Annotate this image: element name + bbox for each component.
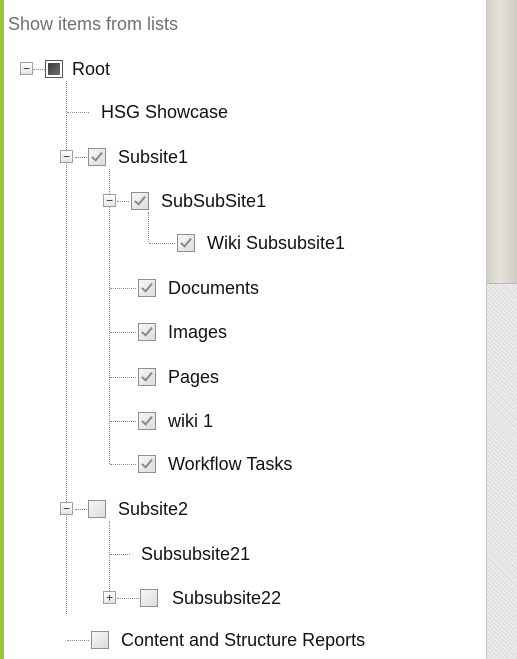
tree-node-checkbox-subsubsite1[interactable] xyxy=(131,192,149,210)
tree-node-label-content-reports[interactable]: Content and Structure Reports xyxy=(121,629,365,651)
vertical-scrollbar[interactable] xyxy=(486,0,517,659)
collapse-icon[interactable]: − xyxy=(60,150,73,163)
tree-panel: Show items from lists − Root HSG Showcas… xyxy=(0,0,517,659)
tree-node-checkbox-wiki-subsubsite1[interactable] xyxy=(177,234,195,252)
tree-line xyxy=(110,464,136,465)
tree-node-checkbox-wiki1[interactable] xyxy=(138,412,156,430)
tree-line xyxy=(110,377,136,378)
tree-node-label-workflow-tasks[interactable]: Workflow Tasks xyxy=(168,453,292,475)
expand-icon[interactable]: + xyxy=(103,591,116,604)
tree-line xyxy=(75,509,87,510)
tree-line xyxy=(149,243,175,244)
tree-node-label-root[interactable]: Root xyxy=(72,58,110,80)
tree-node-label-pages[interactable]: Pages xyxy=(168,366,219,388)
tree-node-label-wiki-subsubsite1[interactable]: Wiki Subsubsite1 xyxy=(207,232,345,254)
tree-line xyxy=(110,554,130,555)
tree-line xyxy=(148,212,149,242)
collapse-icon[interactable]: − xyxy=(103,194,116,207)
tree-node-label-subsite2[interactable]: Subsite2 xyxy=(118,498,188,520)
tree-line xyxy=(117,598,139,599)
tree-node-label-wiki1[interactable]: wiki 1 xyxy=(168,410,213,432)
scrollbar-thumb[interactable] xyxy=(487,0,517,284)
tree-node-checkbox-root[interactable] xyxy=(45,60,63,78)
tree-node-checkbox-subsite2[interactable] xyxy=(88,500,106,518)
tree-node-label-images[interactable]: Images xyxy=(168,321,227,343)
tree-node-checkbox-images[interactable] xyxy=(138,323,156,341)
tree-line xyxy=(75,157,87,158)
tree-line xyxy=(109,169,110,464)
collapse-icon[interactable]: − xyxy=(20,62,33,75)
collapse-icon[interactable]: − xyxy=(60,502,73,515)
tree-line xyxy=(110,288,136,289)
tree-line xyxy=(109,521,110,599)
tree-line xyxy=(67,640,89,641)
tree-node-checkbox-workflow-tasks[interactable] xyxy=(138,455,156,473)
tree-node-label-subsubsite22[interactable]: Subsubsite22 xyxy=(172,587,281,609)
tree-node-label-subsubsite21[interactable]: Subsubsite21 xyxy=(141,543,250,565)
tree-line xyxy=(33,69,45,70)
tree-line xyxy=(110,421,136,422)
tree-line xyxy=(117,201,129,202)
site-tree: − Root HSG Showcase − Subsite1 − SubSubS… xyxy=(0,0,486,659)
tree-node-label-subsubsite1[interactable]: SubSubSite1 xyxy=(161,190,266,212)
tree-node-label-hsg-showcase[interactable]: HSG Showcase xyxy=(101,101,228,123)
tree-node-label-subsite1[interactable]: Subsite1 xyxy=(118,146,188,168)
tree-line xyxy=(110,332,136,333)
tree-line xyxy=(67,112,89,113)
tree-node-checkbox-subsubsite22[interactable] xyxy=(140,589,158,607)
tree-node-checkbox-documents[interactable] xyxy=(138,279,156,297)
tree-node-checkbox-content-reports[interactable] xyxy=(91,631,109,649)
tree-node-checkbox-pages[interactable] xyxy=(138,368,156,386)
tree-node-checkbox-subsite1[interactable] xyxy=(88,148,106,166)
tree-node-label-documents[interactable]: Documents xyxy=(168,277,259,299)
